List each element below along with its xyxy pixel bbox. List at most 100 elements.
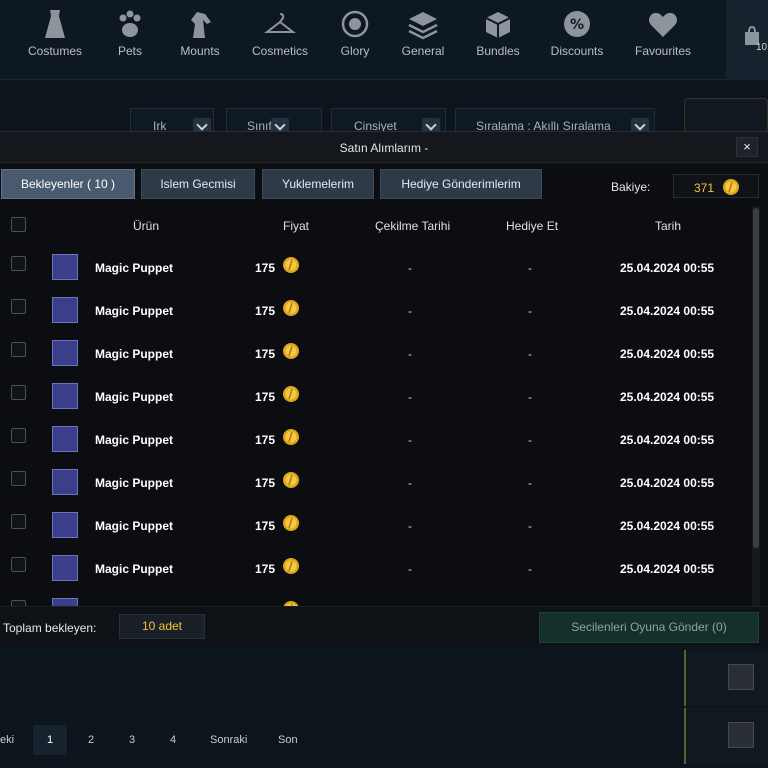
item-thumbnail	[52, 555, 78, 581]
pagination-page-1[interactable]: 1	[33, 725, 67, 755]
row-checkbox[interactable]	[11, 514, 26, 529]
row-checkbox[interactable]	[11, 256, 26, 271]
gift-status: -	[528, 433, 532, 447]
purchase-date: 25.04.2024 00:55	[620, 261, 715, 275]
table-row[interactable]: Magic Puppet 175 - - 25.04.2024 00:55	[0, 285, 752, 328]
purchase-date: 25.04.2024 00:55	[620, 390, 715, 404]
withdraw-date: -	[408, 347, 412, 361]
pagination-page-2[interactable]: 2	[88, 725, 94, 755]
nav-discounts[interactable]: % Discounts	[537, 8, 617, 58]
tab-transaction-history[interactable]: Islem Gecmisi	[141, 169, 255, 199]
nav-cosmetics[interactable]: Cosmetics	[240, 8, 320, 58]
side-item-card[interactable]	[684, 650, 768, 706]
tab-gift-sends[interactable]: Hediye Gönderimlerim	[380, 169, 542, 199]
balance-label: Bakiye:	[611, 180, 651, 194]
table-row-partial	[0, 586, 752, 606]
product-name: Magic Puppet	[95, 347, 174, 361]
coin-icon	[282, 256, 300, 279]
cart-count: 10	[756, 42, 768, 53]
row-checkbox[interactable]	[11, 428, 26, 443]
table-row[interactable]: Magic Puppet 175 - - 25.04.2024 00:55	[0, 457, 752, 500]
pagination-prev[interactable]: eki	[0, 725, 14, 755]
coin-icon	[282, 471, 300, 494]
purchase-date: 25.04.2024 00:55	[620, 519, 715, 533]
purchase-date: 25.04.2024 00:55	[620, 304, 715, 318]
withdraw-date: -	[408, 433, 412, 447]
nav-label: Cosmetics	[251, 44, 308, 58]
item-thumbnail	[52, 426, 78, 452]
nav-pets[interactable]: Pets	[90, 8, 170, 58]
row-checkbox[interactable]	[11, 342, 26, 357]
pagination-page-3[interactable]: 3	[129, 725, 135, 755]
scrollbar-thumb[interactable]	[753, 208, 759, 548]
purchase-date: 25.04.2024 00:55	[620, 476, 715, 490]
nav-costumes[interactable]: Costumes	[15, 8, 95, 58]
nav-label: Mounts	[180, 44, 220, 58]
nav-label: Discounts	[550, 44, 604, 58]
item-thumbnail	[52, 512, 78, 538]
item-thumbnail	[728, 664, 754, 690]
row-checkbox[interactable]	[11, 385, 26, 400]
preview-frame	[684, 98, 768, 132]
item-thumbnail	[52, 383, 78, 409]
glory-icon	[341, 10, 369, 38]
table-row[interactable]: Magic Puppet 175 - - 25.04.2024 00:55	[0, 543, 752, 586]
product-price: 175	[255, 562, 276, 576]
table-row[interactable]: Magic Puppet 175 - - 25.04.2024 00:55	[0, 371, 752, 414]
nav-bundles[interactable]: Bundles	[458, 8, 538, 58]
item-thumbnail	[728, 722, 754, 748]
item-thumbnail	[52, 254, 78, 280]
col-date: Tarih	[655, 219, 682, 233]
modal-title: Satın Alımlarım -	[339, 141, 429, 155]
item-thumbnail	[52, 297, 78, 323]
gift-status: -	[528, 519, 532, 533]
nav-mounts[interactable]: Mounts	[160, 8, 240, 58]
product-price: 175	[255, 304, 276, 318]
layers-icon	[408, 12, 438, 40]
withdraw-date: -	[408, 304, 412, 318]
coin-icon	[282, 342, 300, 365]
product-price: 175	[255, 347, 276, 361]
nav-favourites[interactable]: Favourites	[623, 8, 703, 58]
pending-table: Ürün Fiyat Çekilme Tarihi Hediye Et Tari…	[0, 206, 752, 606]
product-name: Magic Puppet	[95, 519, 174, 533]
table-row[interactable]: Magic Puppet 175 - - 25.04.2024 00:55	[0, 500, 752, 543]
col-gift: Hediye Et	[506, 219, 559, 233]
purchase-date: 25.04.2024 00:55	[620, 433, 715, 447]
horse-icon	[191, 12, 211, 38]
gift-status: -	[528, 304, 532, 318]
tab-my-uploads[interactable]: Yuklemelerim	[262, 169, 374, 199]
coin-icon	[282, 428, 300, 451]
send-selected-button[interactable]: Secilenleri Oyuna Gönder (0)	[539, 612, 759, 643]
col-withdraw-date: Çekilme Tarihi	[375, 219, 451, 233]
nav-label: Favourites	[634, 44, 692, 58]
nav-general[interactable]: General	[383, 8, 463, 58]
table-row[interactable]: Magic Puppet 175 - - 25.04.2024 00:55	[0, 414, 752, 457]
pagination-last[interactable]: Son	[278, 725, 298, 755]
table-row[interactable]: Magic Puppet 175 - - 25.04.2024 00:55	[0, 328, 752, 371]
purchases-modal: Satın Alımlarım - × Bekleyenler ( 10 ) I…	[0, 131, 768, 646]
row-checkbox[interactable]	[11, 299, 26, 314]
side-item-card[interactable]	[684, 708, 768, 764]
cart-button[interactable]: 10	[726, 0, 768, 80]
row-checkbox[interactable]	[11, 471, 26, 486]
table-scrollbar[interactable]	[752, 206, 760, 606]
product-name: Magic Puppet	[95, 433, 174, 447]
product-name: Magic Puppet	[95, 390, 174, 404]
paw-icon	[119, 10, 141, 37]
gift-status: -	[528, 261, 532, 275]
table-row[interactable]: Magic Puppet 175 - - 25.04.2024 00:55	[0, 242, 752, 285]
svg-text:%: %	[570, 17, 584, 33]
product-name: Magic Puppet	[95, 261, 174, 275]
gift-status: -	[528, 562, 532, 576]
tab-pending[interactable]: Bekleyenler ( 10 )	[1, 169, 135, 199]
gift-status: -	[528, 476, 532, 490]
select-all-checkbox[interactable]	[11, 217, 26, 232]
coin-icon	[282, 299, 300, 322]
pagination-next[interactable]: Sonraki	[210, 725, 247, 755]
balance-value: 371	[694, 181, 715, 195]
hanger-icon	[264, 13, 296, 33]
row-checkbox[interactable]	[11, 557, 26, 572]
pagination-page-4[interactable]: 4	[170, 725, 176, 755]
close-button[interactable]: ×	[736, 137, 758, 157]
